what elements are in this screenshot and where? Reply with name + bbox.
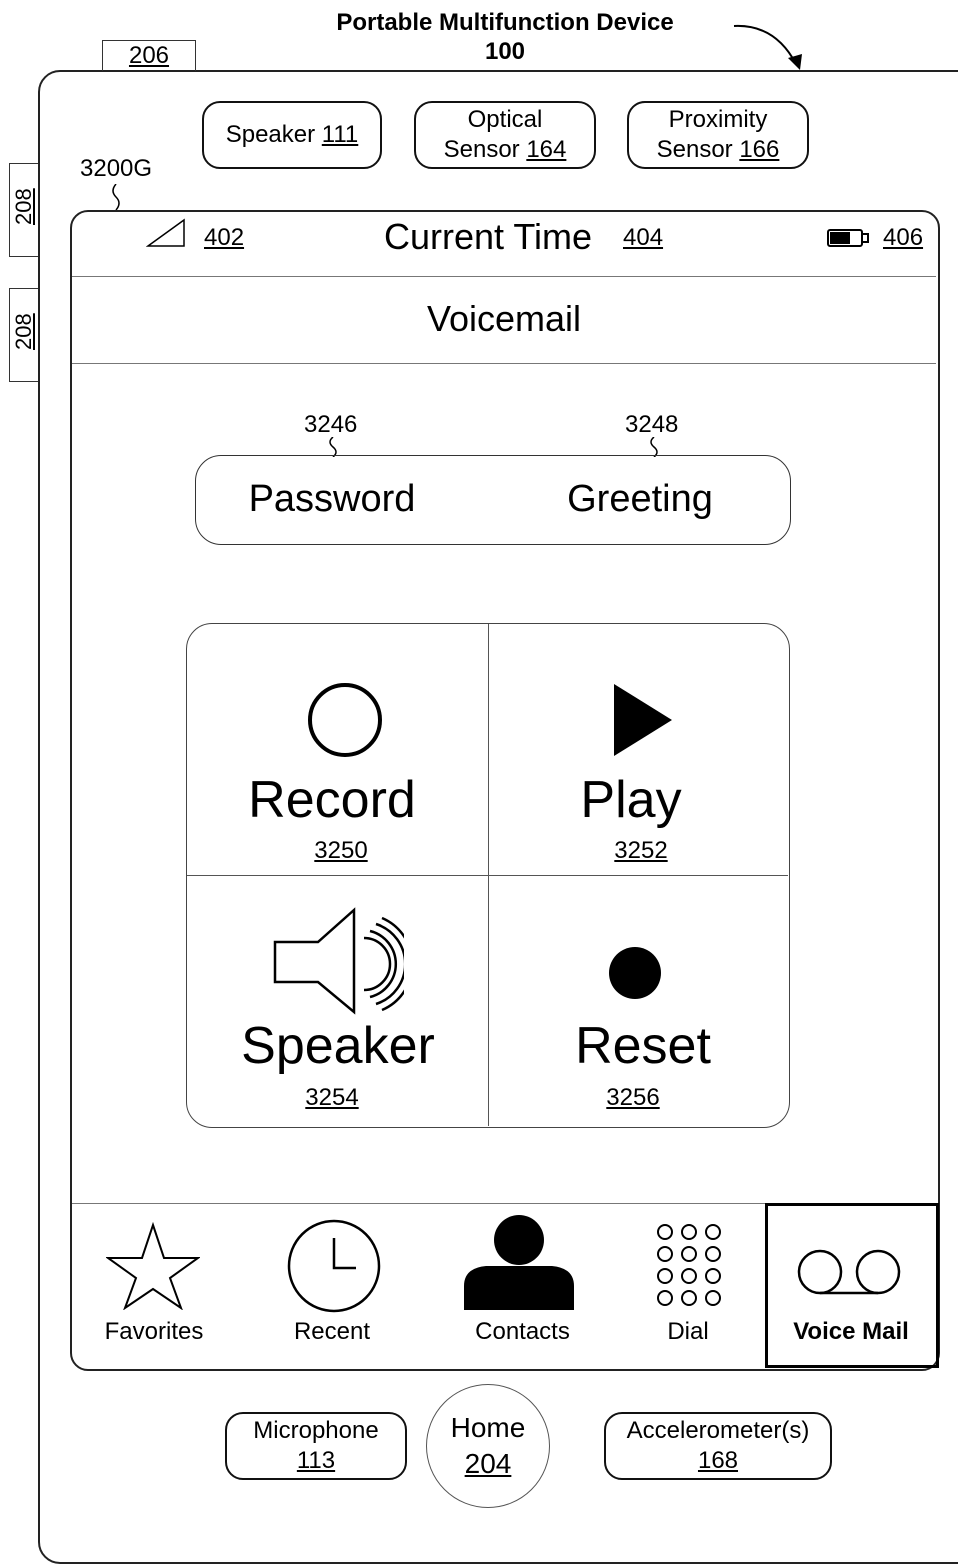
figure-title: Portable Multifunction Device 100: [250, 8, 760, 66]
play-label: Play: [580, 771, 682, 829]
screen-ref-label: 3200G: [80, 155, 153, 182]
speaker-ref: 3254: [305, 1084, 359, 1111]
keypad-icon: [657, 1224, 721, 1306]
figure-title-line1: Portable Multifunction Device: [336, 9, 674, 36]
greeting-button[interactable]: Greeting: [492, 478, 788, 521]
record-circle-icon: [308, 683, 382, 757]
home-button[interactable]: Home 204: [426, 1384, 550, 1508]
password-ref: 3246: [304, 411, 358, 438]
clock-icon: [287, 1219, 381, 1313]
proximity-sensor: Proximity Sensor 166: [627, 101, 809, 169]
microphone: Microphone 113: [225, 1412, 407, 1480]
side-button-208-top[interactable]: 208: [9, 163, 38, 257]
record-label: Record: [248, 771, 416, 829]
side-button-208-bottom[interactable]: 208: [9, 288, 38, 382]
voicemail-icon: [797, 1249, 901, 1295]
tab-recent-label: Recent: [293, 1318, 371, 1345]
time-ref: 404: [623, 224, 664, 251]
signal-ref: 402: [204, 224, 245, 251]
play-triangle-icon: [614, 684, 672, 756]
optical-sensor: Optical Sensor 164: [414, 101, 596, 169]
accelerometer: Accelerometer(s) 168: [604, 1412, 832, 1480]
leader-squiggle-icon: [112, 184, 120, 211]
play-ref: 3252: [614, 837, 668, 864]
reset-label: Reset: [575, 1017, 711, 1075]
current-time: Current Time: [384, 216, 593, 257]
record-ref: 3250: [314, 837, 368, 864]
battery-ref: 406: [883, 224, 924, 251]
signal-strength-icon: [146, 218, 185, 247]
ref-tab-206: 206: [102, 40, 196, 71]
password-button[interactable]: Password: [184, 478, 480, 521]
greeting-ref: 3248: [625, 411, 679, 438]
reset-ref: 3256: [606, 1084, 660, 1111]
battery-icon: [827, 229, 869, 247]
speaker-icon: [273, 907, 404, 1015]
pointer-arrow-icon: [733, 24, 802, 70]
star-icon: [106, 1222, 200, 1310]
page-title: Voicemail: [426, 298, 582, 339]
reset-dot-icon: [609, 947, 661, 999]
tab-contacts-label: Contacts: [475, 1318, 570, 1345]
tab-favorites-label: Favorites: [104, 1318, 204, 1345]
leader-squiggle-icon: [650, 437, 658, 457]
figure-title-line2: 100: [484, 38, 526, 65]
tab-voice-mail-label: Voice Mail: [793, 1318, 909, 1345]
leader-squiggle-icon: [329, 437, 337, 457]
speaker-label: Speaker: [241, 1017, 435, 1075]
speaker-sensor: Speaker 111: [202, 101, 382, 169]
tab-dial-label: Dial: [667, 1318, 709, 1345]
person-icon: [464, 1215, 574, 1310]
